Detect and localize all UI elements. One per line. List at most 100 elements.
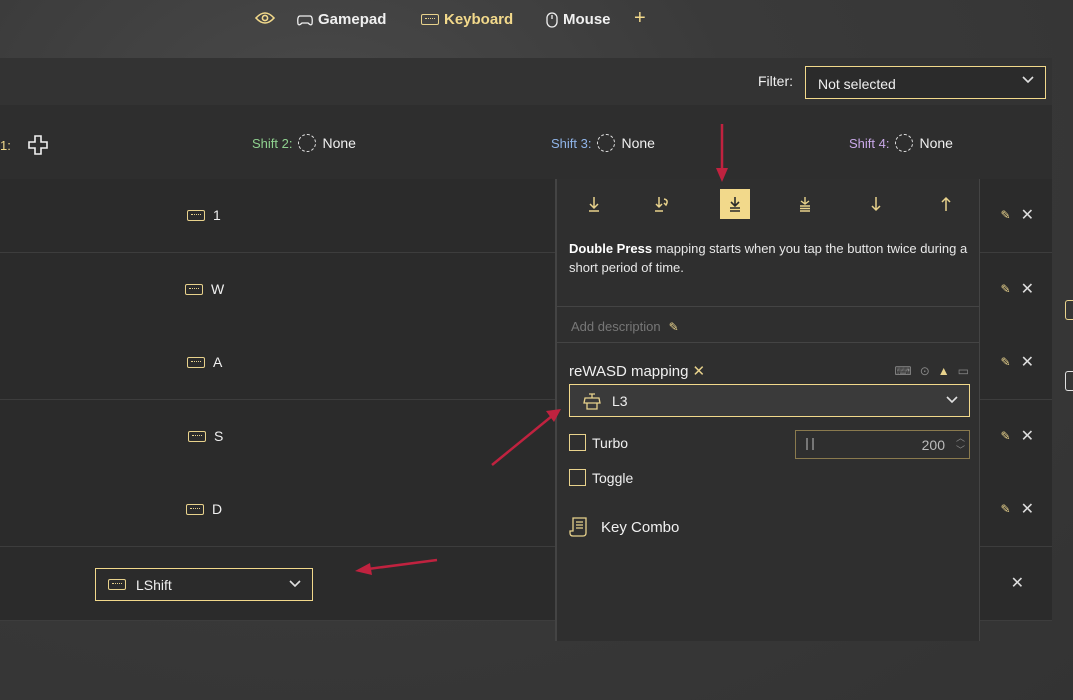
- press-type-tabs: [569, 189, 971, 221]
- pause-icon: [806, 438, 814, 450]
- key-select-value: LShift: [136, 576, 172, 593]
- filter-dropdown[interactable]: Not selected: [805, 66, 1046, 99]
- filter-bar: Filter: Not selected: [0, 58, 1052, 105]
- add-description-button[interactable]: Add description ✎: [571, 319, 679, 334]
- keyboard-icon: [185, 283, 203, 295]
- keyboard-icon: [421, 14, 439, 25]
- gamepad-mapping-icon[interactable]: ▲: [938, 364, 950, 378]
- mouse-mapping-icon[interactable]: ⊙: [920, 364, 930, 378]
- chevron-down-icon: [1022, 76, 1034, 84]
- double-press-icon[interactable]: [720, 189, 750, 219]
- shift-1[interactable]: 1:: [0, 134, 49, 156]
- start-press-icon[interactable]: [861, 189, 891, 219]
- divider: [557, 342, 980, 343]
- clear-mapping-icon[interactable]: ✕: [693, 362, 706, 380]
- key-select-dropdown[interactable]: LShift: [95, 568, 313, 601]
- description-bold: Double Press: [569, 241, 653, 256]
- edit-icon: ✎: [668, 319, 679, 334]
- chevron-down-icon: [946, 396, 958, 404]
- shift-4[interactable]: Shift 4: None: [849, 134, 953, 152]
- stepper-arrows-icon[interactable]: ︿ ﹀: [956, 432, 965, 456]
- close-icon[interactable]: ✕: [1021, 352, 1034, 372]
- scroll-icon: [569, 517, 587, 537]
- close-icon[interactable]: ✕: [1021, 426, 1034, 446]
- gamepad-icon: [297, 14, 313, 25]
- key-cell: A: [187, 354, 222, 370]
- dashed-circle-icon: [597, 134, 616, 152]
- mouse-icon: [546, 11, 558, 28]
- checkbox-icon: [569, 469, 586, 486]
- keyboard-icon: [108, 579, 126, 590]
- keyboard-mapping-icon[interactable]: ⌨: [894, 364, 911, 378]
- long-press-icon[interactable]: [647, 189, 677, 219]
- triple-press-icon[interactable]: [790, 189, 820, 219]
- shift-4-label: Shift 4:: [849, 135, 890, 151]
- row-actions: ✎ ✕: [1001, 205, 1034, 225]
- tab-mouse[interactable]: Mouse: [546, 11, 611, 28]
- checkbox-icon: [569, 434, 586, 451]
- toggle-label: Toggle: [592, 469, 634, 486]
- shift-3[interactable]: Shift 3: None: [551, 134, 655, 152]
- toggle-checkbox[interactable]: Toggle: [569, 469, 633, 486]
- edit-icon[interactable]: ✎: [1001, 282, 1011, 296]
- side-keyboard-icon[interactable]: [1065, 300, 1073, 320]
- shift-3-value: None: [621, 135, 655, 151]
- close-icon[interactable]: ✕: [1021, 499, 1034, 519]
- shift-2-label: Shift 2:: [252, 135, 293, 151]
- key-label: S: [214, 428, 224, 444]
- shift-4-value: None: [919, 135, 953, 151]
- keyboard-icon: [187, 209, 205, 221]
- dashed-circle-icon: [298, 134, 317, 152]
- mapping-device-icons: ⌨ ⊙ ▲ ▭: [894, 364, 969, 378]
- filter-label: Filter:: [758, 73, 793, 89]
- shift-1-label: 1:: [0, 137, 11, 153]
- mapping-dropdown[interactable]: L3: [569, 384, 970, 417]
- key-combo-button[interactable]: Key Combo: [569, 516, 679, 538]
- filter-value: Not selected: [818, 76, 896, 92]
- turbo-value: 200: [921, 437, 945, 453]
- add-tab-button[interactable]: +: [634, 7, 646, 30]
- key-cell: 1: [187, 207, 221, 223]
- row-actions: ✎ ✕: [1001, 499, 1034, 519]
- tab-keyboard-label: Keyboard: [444, 11, 514, 28]
- divider: [557, 306, 980, 307]
- turbo-speed-stepper[interactable]: 200 ︿ ﹀: [795, 430, 970, 459]
- edit-icon[interactable]: ✎: [1001, 502, 1011, 516]
- side-mouse-icon[interactable]: [1065, 371, 1073, 391]
- top-navigation: Gamepad Keyboard Mouse +: [0, 0, 1073, 42]
- close-icon[interactable]: ✕: [1021, 279, 1034, 299]
- mapping-value: L3: [612, 392, 628, 409]
- keyboard-icon: [187, 356, 205, 368]
- key-label: 1: [213, 207, 221, 223]
- key-label: A: [213, 354, 223, 370]
- mapping-title: reWASD mapping: [569, 362, 689, 380]
- turbo-checkbox[interactable]: Turbo: [569, 434, 628, 451]
- edit-icon[interactable]: ✎: [1001, 355, 1011, 369]
- key-cell: W: [185, 281, 224, 297]
- tab-mouse-label: Mouse: [563, 11, 611, 28]
- macro-mapping-icon[interactable]: ▭: [958, 364, 969, 378]
- single-press-icon[interactable]: [579, 189, 609, 219]
- edit-icon[interactable]: ✎: [1001, 429, 1011, 443]
- key-cell: S: [188, 428, 223, 444]
- tab-gamepad-label: Gamepad: [318, 11, 387, 28]
- mapping-panel: Double Press mapping starts when you tap…: [555, 179, 980, 641]
- tab-keyboard[interactable]: Keyboard: [421, 11, 513, 28]
- close-icon[interactable]: ✕: [1021, 205, 1034, 225]
- turbo-label: Turbo: [592, 434, 629, 451]
- row-actions: ✎ ✕: [1001, 279, 1034, 299]
- mapping-description: Double Press mapping starts when you tap…: [569, 239, 969, 277]
- dashed-circle-icon: [895, 134, 914, 152]
- row-actions: ✕: [1011, 573, 1024, 593]
- eye-icon[interactable]: [255, 11, 275, 25]
- tab-gamepad[interactable]: Gamepad: [297, 11, 386, 28]
- close-icon[interactable]: ✕: [1011, 573, 1024, 593]
- dpad-icon: [28, 135, 48, 155]
- chevron-down-icon: [289, 580, 301, 588]
- l3-stick-icon: [583, 392, 601, 410]
- shift-2[interactable]: Shift 2: None: [252, 134, 356, 152]
- edit-icon[interactable]: ✎: [1001, 208, 1011, 222]
- release-icon[interactable]: [931, 189, 961, 219]
- keyboard-icon: [186, 503, 204, 515]
- key-label: D: [212, 501, 223, 517]
